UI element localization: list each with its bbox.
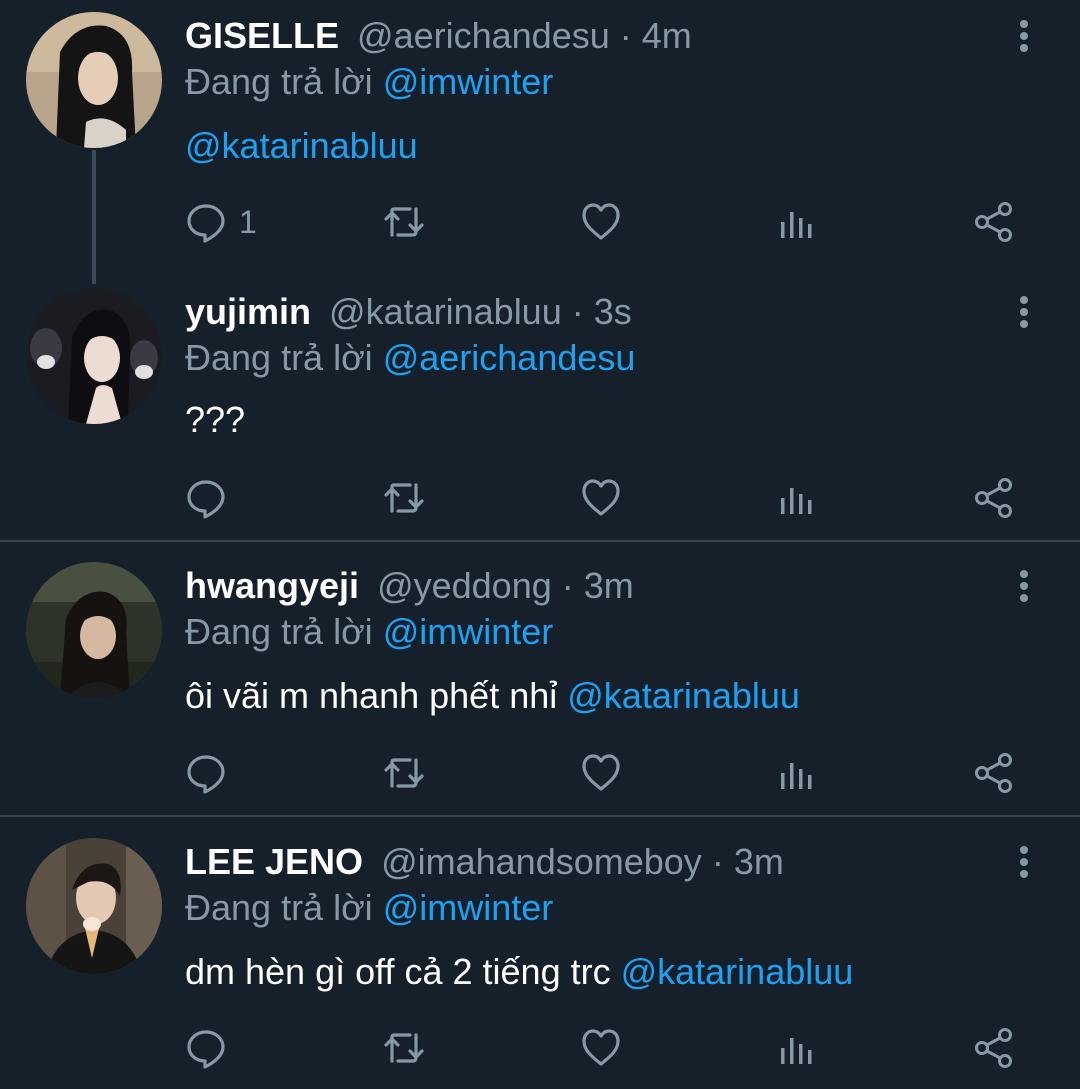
share-button[interactable] xyxy=(973,197,1015,247)
share-icon xyxy=(973,201,1015,243)
tweet-text: ??? xyxy=(185,400,245,440)
replying-to-mention[interactable]: @imwinter xyxy=(383,887,554,928)
retweet-button[interactable] xyxy=(382,473,426,523)
replying-to: Đang trả lời @imwinter xyxy=(185,888,553,928)
separator-dot: · xyxy=(711,841,724,882)
share-icon xyxy=(973,752,1015,794)
analytics-icon xyxy=(779,755,815,791)
retweet-icon xyxy=(382,752,426,794)
avatar[interactable] xyxy=(26,838,162,974)
like-icon xyxy=(581,753,621,793)
like-button[interactable] xyxy=(581,1023,621,1073)
replying-to: Đang trả lời @aerichandesu xyxy=(185,338,635,378)
replying-to: Đang trả lời @imwinter xyxy=(185,612,553,652)
analytics-button[interactable] xyxy=(779,748,815,798)
replying-to-mention[interactable]: @imwinter xyxy=(383,61,554,102)
replying-to-mention[interactable]: @imwinter xyxy=(383,611,554,652)
reply-icon xyxy=(185,477,227,519)
replying-to-label: Đang trả lời xyxy=(185,337,373,378)
replying-to-mention[interactable]: @aerichandesu xyxy=(383,337,636,378)
tweet-text: dm hèn gì off cả 2 tiếng trc @katarinabl… xyxy=(185,952,853,992)
share-icon xyxy=(973,477,1015,519)
tweet-divider xyxy=(0,540,1080,542)
like-icon xyxy=(581,1028,621,1068)
analytics-button[interactable] xyxy=(779,197,815,247)
tweet-text: @katarinabluu xyxy=(185,126,418,166)
separator-dot: · xyxy=(571,291,584,332)
tweet-actions xyxy=(185,748,1025,798)
display-name[interactable]: yujimin xyxy=(185,291,311,332)
more-options-icon[interactable] xyxy=(1014,566,1034,606)
share-button[interactable] xyxy=(973,748,1015,798)
separator-dot: · xyxy=(619,15,632,56)
display-name[interactable]: hwangyeji xyxy=(185,565,359,606)
tweet-text-plain: ??? xyxy=(185,399,246,440)
avatar[interactable] xyxy=(26,12,162,148)
like-button[interactable] xyxy=(581,748,621,798)
more-options-icon[interactable] xyxy=(1014,292,1034,332)
user-handle[interactable]: @aerichandesu xyxy=(357,15,610,56)
timestamp[interactable]: 4m xyxy=(642,15,692,56)
tweet-text-plain: dm hèn gì off cả 2 tiếng trc xyxy=(185,951,621,992)
share-button[interactable] xyxy=(973,1023,1015,1073)
tweet-divider xyxy=(0,815,1080,817)
replying-to-label: Đang trả lời xyxy=(185,887,373,928)
like-button[interactable] xyxy=(581,197,621,247)
avatar[interactable] xyxy=(26,288,162,424)
reply-icon xyxy=(185,1027,227,1069)
tweet-text-plain: ôi vãi m nhanh phết nhỉ xyxy=(185,675,568,716)
tweet-text: ôi vãi m nhanh phết nhỉ @katarinabluu xyxy=(185,676,800,716)
timestamp[interactable]: 3m xyxy=(584,565,634,606)
tweet-header: hwangyeji @yeddong · 3m xyxy=(185,566,634,606)
retweet-icon xyxy=(382,477,426,519)
timestamp[interactable]: 3s xyxy=(594,291,632,332)
timestamp[interactable]: 3m xyxy=(734,841,784,882)
tweet-text-mention[interactable]: @katarinabluu xyxy=(185,125,418,166)
retweet-button[interactable] xyxy=(382,197,426,247)
user-handle[interactable]: @yeddong xyxy=(377,565,552,606)
reply-count: 1 xyxy=(239,203,257,240)
tweet-header: yujimin @katarinabluu · 3s xyxy=(185,292,632,332)
user-handle[interactable]: @imahandsomeboy xyxy=(381,841,702,882)
analytics-icon xyxy=(779,480,815,516)
user-handle[interactable]: @katarinabluu xyxy=(329,291,562,332)
replying-to-label: Đang trả lời xyxy=(185,611,373,652)
retweet-button[interactable] xyxy=(382,748,426,798)
tweet-text-mention[interactable]: @katarinabluu xyxy=(621,951,854,992)
separator-dot: · xyxy=(561,565,574,606)
reply-button[interactable] xyxy=(185,748,239,798)
analytics-button[interactable] xyxy=(779,473,815,523)
tweet-actions: 1 xyxy=(185,197,1025,247)
display-name[interactable]: LEE JENO xyxy=(185,841,363,882)
retweet-button[interactable] xyxy=(382,1023,426,1073)
analytics-button[interactable] xyxy=(779,1023,815,1073)
reply-button[interactable] xyxy=(185,473,239,523)
reply-icon xyxy=(185,201,227,243)
retweet-icon xyxy=(382,1027,426,1069)
share-button[interactable] xyxy=(973,473,1015,523)
more-options-icon[interactable] xyxy=(1014,16,1034,56)
reply-icon xyxy=(185,752,227,794)
reply-button[interactable] xyxy=(185,1023,239,1073)
retweet-icon xyxy=(382,201,426,243)
thread-connector xyxy=(92,150,96,284)
analytics-icon xyxy=(779,204,815,240)
tweet-header: GISELLE @aerichandesu · 4m xyxy=(185,16,692,56)
analytics-icon xyxy=(779,1030,815,1066)
tweet-actions xyxy=(185,473,1025,523)
like-button[interactable] xyxy=(581,473,621,523)
avatar[interactable] xyxy=(26,562,162,698)
like-icon xyxy=(581,478,621,518)
more-options-icon[interactable] xyxy=(1014,842,1034,882)
display-name[interactable]: GISELLE xyxy=(185,15,339,56)
share-icon xyxy=(973,1027,1015,1069)
tweet-text-mention[interactable]: @katarinabluu xyxy=(567,675,800,716)
tweet-header: LEE JENO @imahandsomeboy · 3m xyxy=(185,842,784,882)
replying-to-label: Đang trả lời xyxy=(185,61,373,102)
replying-to: Đang trả lời @imwinter xyxy=(185,62,553,102)
reply-button[interactable]: 1 xyxy=(185,197,257,247)
like-icon xyxy=(581,202,621,242)
tweet-actions xyxy=(185,1023,1025,1073)
